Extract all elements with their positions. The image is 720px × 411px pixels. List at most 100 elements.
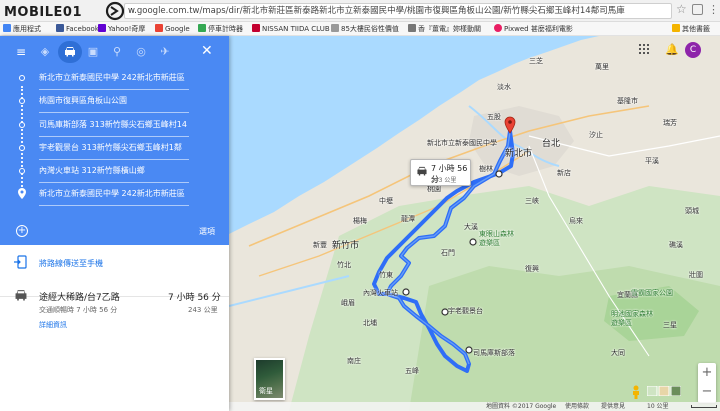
bookmark-yahoo[interactable]: Yahoo!奇摩 — [98, 24, 145, 34]
terms-link[interactable]: 使用條款 — [565, 402, 589, 411]
zoom-out-button[interactable]: − — [698, 384, 716, 402]
feedback-link[interactable]: 提供意見 — [601, 402, 625, 411]
map-label-town: 三星 — [663, 321, 677, 329]
zoom-in-button[interactable]: + — [698, 364, 716, 382]
route-time: 7 小時 56 分 — [168, 293, 221, 303]
bookmark-xiang[interactable]: 香『薑電』妳樣動關 — [408, 24, 481, 34]
bookmark-parking[interactable]: 停車計時器 — [198, 24, 243, 34]
satellite-toggle[interactable]: 衛星 — [254, 358, 285, 400]
google-icon — [155, 24, 163, 32]
map-layers-thumbnails[interactable] — [647, 386, 681, 396]
map-label-nshp: 雪霸國家公園 — [631, 289, 673, 297]
bookmarks-bar: 應用程式 Facebook Yahoo!奇摩 Google 停車計時器 NISS… — [0, 22, 720, 36]
bookmark-parking-label: 停車計時器 — [208, 25, 243, 33]
map-label-town: 峨眉 — [341, 299, 355, 307]
map-label-town: 萬里 — [595, 63, 609, 71]
map-label-town: 礁溪 — [669, 241, 683, 249]
address-scheme: w. — [128, 6, 137, 16]
map-label-town: 石門 — [441, 249, 455, 257]
car-icon — [15, 290, 27, 301]
mobile01-watermark-logo: MOBILE01 — [4, 1, 124, 21]
bookmark-facebook[interactable]: Facebook — [56, 24, 99, 34]
map-label-smangus: 司馬庫斯部落 — [473, 349, 515, 357]
map-label-school: 新北市立新泰國民中學 — [427, 139, 497, 147]
map-label-forest-park: 東眼山森林遊樂區 — [479, 230, 514, 247]
map-label-town: 平溪 — [645, 157, 659, 165]
map-label-mingchi: 明池國家森林遊樂區 — [611, 310, 653, 327]
bookmark-google-label: Google — [165, 25, 190, 33]
stop-input-2[interactable]: 桃園市復興區角板山公園 — [39, 93, 189, 113]
map-label-yulao: 宇老觀景台 — [448, 307, 483, 315]
map-label-town: 五峰 — [405, 367, 419, 375]
address-bar[interactable]: w.google.com.tw/maps/dir/新北市新莊區新泰路新北市立新泰… — [124, 3, 672, 19]
stop-dot-icon — [19, 98, 25, 104]
bookmark-pixwed[interactable]: Pixwed 甚麼福利電影 — [494, 24, 573, 34]
bookmark-star-icon[interactable]: ☆ — [676, 2, 687, 16]
send-to-phone-label: 將路線傳送至手機 — [39, 259, 103, 268]
waypoint-marker[interactable] — [402, 288, 410, 296]
bookmark-xiang-label: 香『薑電』妳樣動關 — [418, 25, 481, 33]
add-destination-icon[interactable]: + — [16, 225, 28, 237]
bookmark-other[interactable]: 其他書籤 — [672, 24, 710, 34]
logo-text: MOBILE01 — [4, 5, 82, 20]
options-button[interactable]: 選項 — [199, 226, 215, 237]
car-icon — [417, 166, 427, 176]
scale-bar — [691, 405, 717, 408]
heart-icon — [494, 24, 502, 32]
stop-dot-icon — [19, 168, 25, 174]
travel-mode-row: ≡ ◈ ▣ ⚲ ◎ ✈ ✕ — [0, 36, 229, 68]
cycling-icon[interactable]: ◎ — [134, 45, 148, 59]
map-label-town: 復興 — [525, 265, 539, 273]
bookmark-nissan-label: NISSAN TIIDA CLUB — [262, 25, 330, 33]
stop-input-5[interactable]: 內灣火車站 312新竹縣橫山鄉 — [39, 163, 189, 183]
close-icon[interactable]: ✕ — [201, 43, 213, 59]
account-avatar[interactable]: C — [685, 42, 701, 58]
directions-icon[interactable]: ◈ — [38, 45, 52, 59]
waypoint-marker[interactable] — [465, 346, 473, 354]
map-label-town: 南庄 — [347, 357, 361, 365]
map-label-town: 北埔 — [363, 319, 377, 327]
route-option[interactable]: 途經大稀路/台7乙路 7 小時 56 分 交通順暢時 7 小時 56 分 243… — [0, 279, 229, 339]
route-details-link[interactable]: 詳細資訊 — [39, 320, 67, 330]
bookmark-google[interactable]: Google — [155, 24, 190, 34]
map-canvas[interactable]: 台北 新北市 基隆市 新竹市 新北市立新泰國民中學 東眼山森林遊樂區 內灣火車站… — [229, 36, 720, 411]
waypoint-marker[interactable] — [495, 170, 503, 178]
map-label-hsinchu: 新竹市 — [332, 241, 360, 251]
bookmark-85-label: 85大樓民俗性價值 — [341, 25, 399, 33]
map-label-town: 淡水 — [497, 83, 511, 91]
browser-menu-icon[interactable]: ⋮ — [708, 3, 719, 16]
map-label-town: 烏來 — [569, 217, 583, 225]
route-name: 途經大稀路/台7乙路 — [39, 293, 120, 303]
map-label-town: 楊梅 — [353, 217, 367, 225]
bookmark-apps[interactable]: 應用程式 — [3, 24, 41, 34]
extension-icon[interactable] — [692, 4, 703, 15]
stop-dot-icon — [19, 145, 25, 151]
stop-input-6[interactable]: 新北市立新泰國民中學 242新北市新莊區 — [39, 186, 189, 206]
waypoint-marker[interactable] — [469, 238, 477, 246]
map-label-town: 竹東 — [379, 271, 393, 279]
transit-icon[interactable]: ▣ — [86, 45, 100, 59]
map-label-town: 龍潭 — [401, 215, 415, 223]
options-row: + 選項 — [0, 219, 229, 245]
stop-input-4[interactable]: 宇老觀景台 313新竹縣尖石鄉玉峰村1鄰 — [39, 140, 189, 160]
stop-input-3[interactable]: 司馬庫斯部落 313新竹縣尖石鄉玉峰村14 — [39, 117, 189, 137]
hamburger-menu-icon[interactable]: ≡ — [14, 45, 28, 59]
apps-grid-icon[interactable] — [639, 44, 649, 54]
bookmark-nissan[interactable]: NISSAN TIIDA CLUB — [252, 24, 330, 34]
pegman-street-view-icon[interactable] — [631, 385, 641, 399]
map-label-town: 頭城 — [685, 207, 699, 215]
stop-input-1[interactable]: 新北市立新泰國民中學 242新北市新莊區 — [39, 70, 189, 90]
satellite-label: 衛星 — [259, 387, 273, 395]
zoom-control: + − — [698, 363, 716, 403]
map-label-town: 新豐 — [313, 241, 327, 249]
walking-icon[interactable]: ⚲ — [110, 45, 124, 59]
address-url: google.com.tw/maps/dir/新北市新莊區新泰路新北市立新泰國民… — [136, 6, 625, 16]
map-label-town: 大溪 — [464, 223, 478, 231]
browser-toolbar: MOBILE01 w.google.com.tw/maps/dir/新北市新莊區… — [0, 0, 720, 22]
notification-bell-icon[interactable]: 🔔 — [665, 43, 679, 56]
yahoo-icon — [98, 24, 106, 32]
flight-icon[interactable]: ✈ — [158, 45, 172, 59]
bookmark-85[interactable]: 85大樓民俗性價值 — [331, 24, 399, 34]
route-time-callout[interactable]: 7 小時 56 分 243 公里 — [410, 159, 471, 186]
mode-drive-button[interactable] — [58, 41, 82, 63]
